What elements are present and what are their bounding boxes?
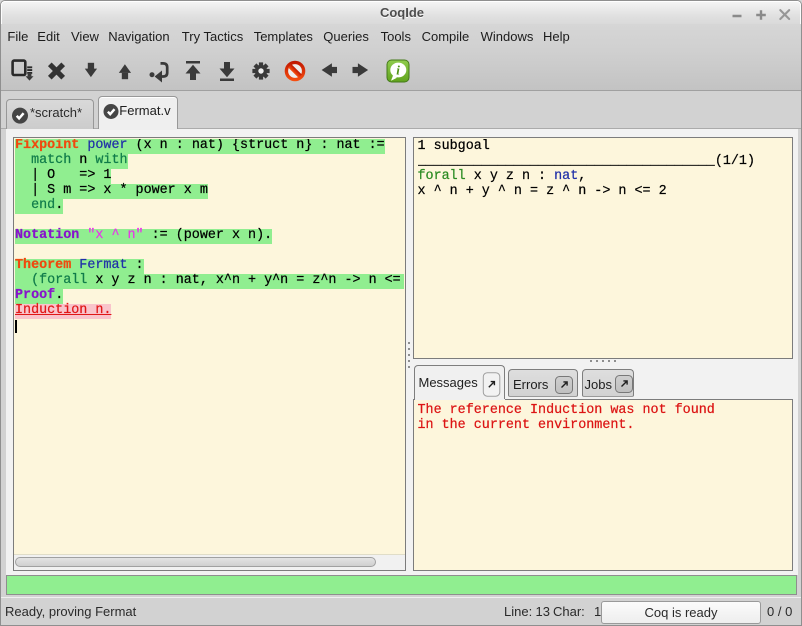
svg-text:i: i: [396, 63, 400, 78]
